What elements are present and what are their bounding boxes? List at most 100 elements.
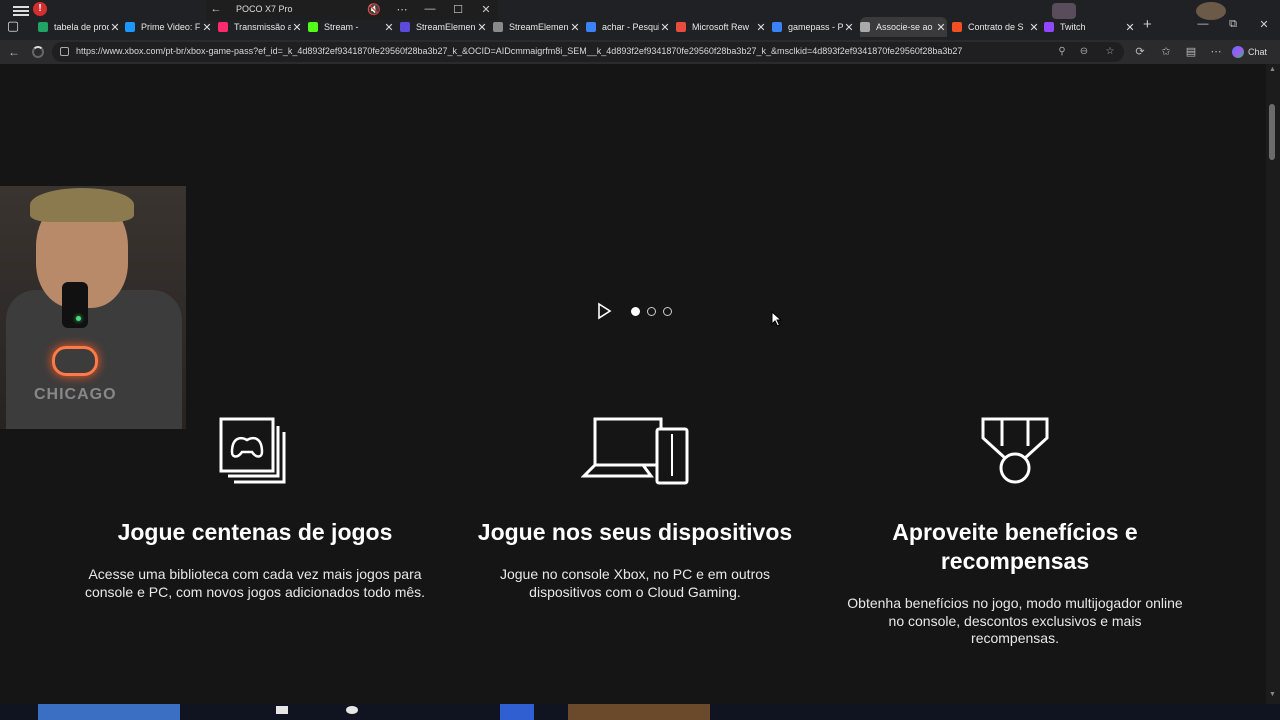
url-text: https://www.xbox.com/pt-br/xbox-game-pas… bbox=[76, 46, 963, 56]
copilot-icon bbox=[1232, 46, 1244, 58]
tab-close-icon[interactable]: ✕ bbox=[1028, 21, 1040, 34]
tab-close-icon[interactable]: ✕ bbox=[1124, 21, 1136, 34]
taskbar-app[interactable] bbox=[568, 704, 710, 720]
tab-close-icon[interactable]: ✕ bbox=[935, 21, 947, 34]
tab-close-icon[interactable]: ✕ bbox=[569, 21, 581, 34]
scroll-thumb[interactable] bbox=[1269, 104, 1275, 160]
feature-description: Acesse uma biblioteca com cada vez mais … bbox=[84, 566, 426, 600]
mouse-cursor-icon bbox=[771, 311, 783, 327]
tab-title: gamepass - Pe bbox=[788, 22, 843, 32]
favorites-icon[interactable]: ✩ bbox=[1158, 44, 1174, 60]
microphone bbox=[62, 282, 88, 328]
feature-title: Jogue nos seus dispositivos bbox=[477, 519, 793, 545]
tab-title: Contrato de S bbox=[968, 22, 1024, 32]
tab-favicon-icon bbox=[308, 22, 318, 32]
browser-tab[interactable]: StreamElemen ✕ bbox=[493, 17, 581, 37]
light-ring bbox=[52, 346, 98, 376]
browser-toolbar: ← https://www.xbox.com/pt-br/xbox-game-p… bbox=[0, 40, 1280, 64]
carousel-dot[interactable] bbox=[631, 307, 640, 316]
new-tab-button[interactable]: + bbox=[1143, 16, 1152, 33]
chat-label: Chat bbox=[1248, 47, 1268, 57]
address-bar[interactable]: https://www.xbox.com/pt-br/xbox-game-pas… bbox=[52, 42, 1124, 62]
browser-tab[interactable]: Stream - ✕ bbox=[308, 17, 395, 37]
tab-favicon-icon bbox=[125, 22, 135, 32]
browser-tab[interactable]: gamepass - Pe ✕ bbox=[772, 17, 855, 37]
more-icon[interactable]: ⋯ bbox=[1208, 44, 1224, 60]
browser-tab[interactable]: Prime Video: F ✕ bbox=[125, 17, 213, 37]
browser-tab[interactable]: tabela de prod ✕ bbox=[38, 17, 121, 37]
restore-icon[interactable]: ⧉ bbox=[1223, 18, 1243, 31]
browser-tab[interactable]: StreamElemen ✕ bbox=[400, 17, 488, 37]
zoom-icon[interactable]: ⚲ bbox=[1055, 45, 1069, 59]
tab-close-icon[interactable]: ✕ bbox=[755, 21, 767, 34]
feature-description: Obtenha benefícios no jogo, modo multijo… bbox=[847, 595, 1183, 646]
taskbar-circle-icon[interactable] bbox=[346, 706, 358, 714]
webcam-cap bbox=[30, 188, 134, 222]
browser-tab[interactable]: achar - Pesqui ✕ bbox=[586, 17, 671, 37]
tab-close-icon[interactable]: ✕ bbox=[659, 21, 671, 34]
feature-title: Aproveite benefícios e recompensas bbox=[892, 519, 1138, 574]
scrollbar[interactable] bbox=[1266, 64, 1280, 704]
phone-window-title: POCO X7 Pro bbox=[236, 4, 293, 14]
favorite-star-icon[interactable]: ☆ bbox=[1103, 45, 1117, 59]
mic-led bbox=[76, 316, 81, 321]
tab-favicon-icon bbox=[493, 22, 503, 32]
browser-tab[interactable]: Microsoft Rew ✕ bbox=[676, 17, 767, 37]
avatar bbox=[1052, 3, 1076, 19]
tab-title: Twitch bbox=[1060, 22, 1086, 32]
taskbar-app[interactable] bbox=[38, 704, 180, 720]
carousel-dot[interactable] bbox=[663, 307, 672, 316]
browser-tab[interactable]: Transmissão ao✕ bbox=[218, 17, 303, 37]
phone-mirror-bar: ← POCO X7 Pro 🔇 ⋯ — ☐ ✕ bbox=[206, 0, 498, 20]
carousel-dot[interactable] bbox=[647, 307, 656, 316]
tab-close-icon[interactable]: ✕ bbox=[476, 21, 488, 34]
tab-favicon-icon bbox=[860, 22, 870, 32]
tab-close-icon[interactable]: ✕ bbox=[291, 21, 303, 34]
scroll-up-icon[interactable]: ▲ bbox=[1269, 66, 1276, 73]
browser-tab[interactable]: Associe-se ao ✕ bbox=[860, 17, 947, 37]
tab-favicon-icon bbox=[400, 22, 410, 32]
back-icon[interactable]: ← bbox=[6, 44, 22, 60]
maximize-icon[interactable]: ☐ bbox=[450, 3, 466, 16]
tab-title: StreamElemen bbox=[509, 22, 569, 32]
tab-favicon-icon bbox=[952, 22, 962, 32]
tab-favicon-icon bbox=[586, 22, 596, 32]
tab-close-icon[interactable]: ✕ bbox=[201, 21, 213, 34]
tab-favicon-icon bbox=[1044, 22, 1054, 32]
browser-tab[interactable]: Twitch ✕ bbox=[1044, 17, 1136, 37]
tab-close-icon[interactable]: ✕ bbox=[383, 21, 395, 34]
menu-icon[interactable] bbox=[13, 6, 29, 16]
play-icon[interactable] bbox=[596, 302, 612, 320]
browser-tab[interactable]: Contrato de S ✕ bbox=[952, 17, 1040, 37]
tab-title: Transmissão ao bbox=[234, 22, 291, 32]
shirt-text: CHICAGO bbox=[34, 386, 117, 403]
feature-title: Jogue centenas de jogos bbox=[117, 519, 393, 545]
taskbar-app[interactable] bbox=[500, 704, 534, 720]
webcam-overlay: CHICAGO bbox=[0, 186, 186, 429]
reader-icon[interactable]: ⊖ bbox=[1077, 45, 1091, 59]
scroll-down-icon[interactable]: ▼ bbox=[1269, 691, 1276, 698]
more-icon[interactable]: ⋯ bbox=[394, 3, 410, 16]
tab-title: tabela de prod bbox=[54, 22, 109, 32]
extensions-icon[interactable]: ⟳ bbox=[1132, 44, 1148, 60]
close-window-icon[interactable]: ✕ bbox=[1254, 18, 1274, 31]
tab-title: StreamElemen bbox=[416, 22, 476, 32]
workspaces-icon[interactable]: ▢ bbox=[4, 17, 22, 35]
lock-icon[interactable] bbox=[60, 47, 69, 56]
back-arrow-icon[interactable]: ← bbox=[208, 3, 224, 15]
tab-favicon-icon bbox=[38, 22, 48, 32]
tab-title: Stream - bbox=[324, 22, 359, 32]
minimize-icon[interactable]: — bbox=[422, 3, 438, 15]
medal-icon bbox=[981, 417, 1049, 484]
copilot-chat-button[interactable]: Chat bbox=[1232, 44, 1267, 60]
tab-close-icon[interactable]: ✕ bbox=[109, 21, 121, 34]
taskbar-home-icon[interactable] bbox=[276, 706, 288, 714]
mute-icon[interactable]: 🔇 bbox=[366, 3, 382, 16]
profile-avatar[interactable] bbox=[1196, 2, 1226, 20]
collections-icon[interactable]: ▤ bbox=[1183, 44, 1199, 60]
close-icon[interactable]: ✕ bbox=[478, 3, 494, 16]
tab-title: Associe-se ao bbox=[876, 22, 933, 32]
tab-title: achar - Pesqui bbox=[602, 22, 659, 32]
loading-spinner-icon[interactable] bbox=[32, 46, 44, 58]
tab-close-icon[interactable]: ✕ bbox=[843, 21, 855, 34]
